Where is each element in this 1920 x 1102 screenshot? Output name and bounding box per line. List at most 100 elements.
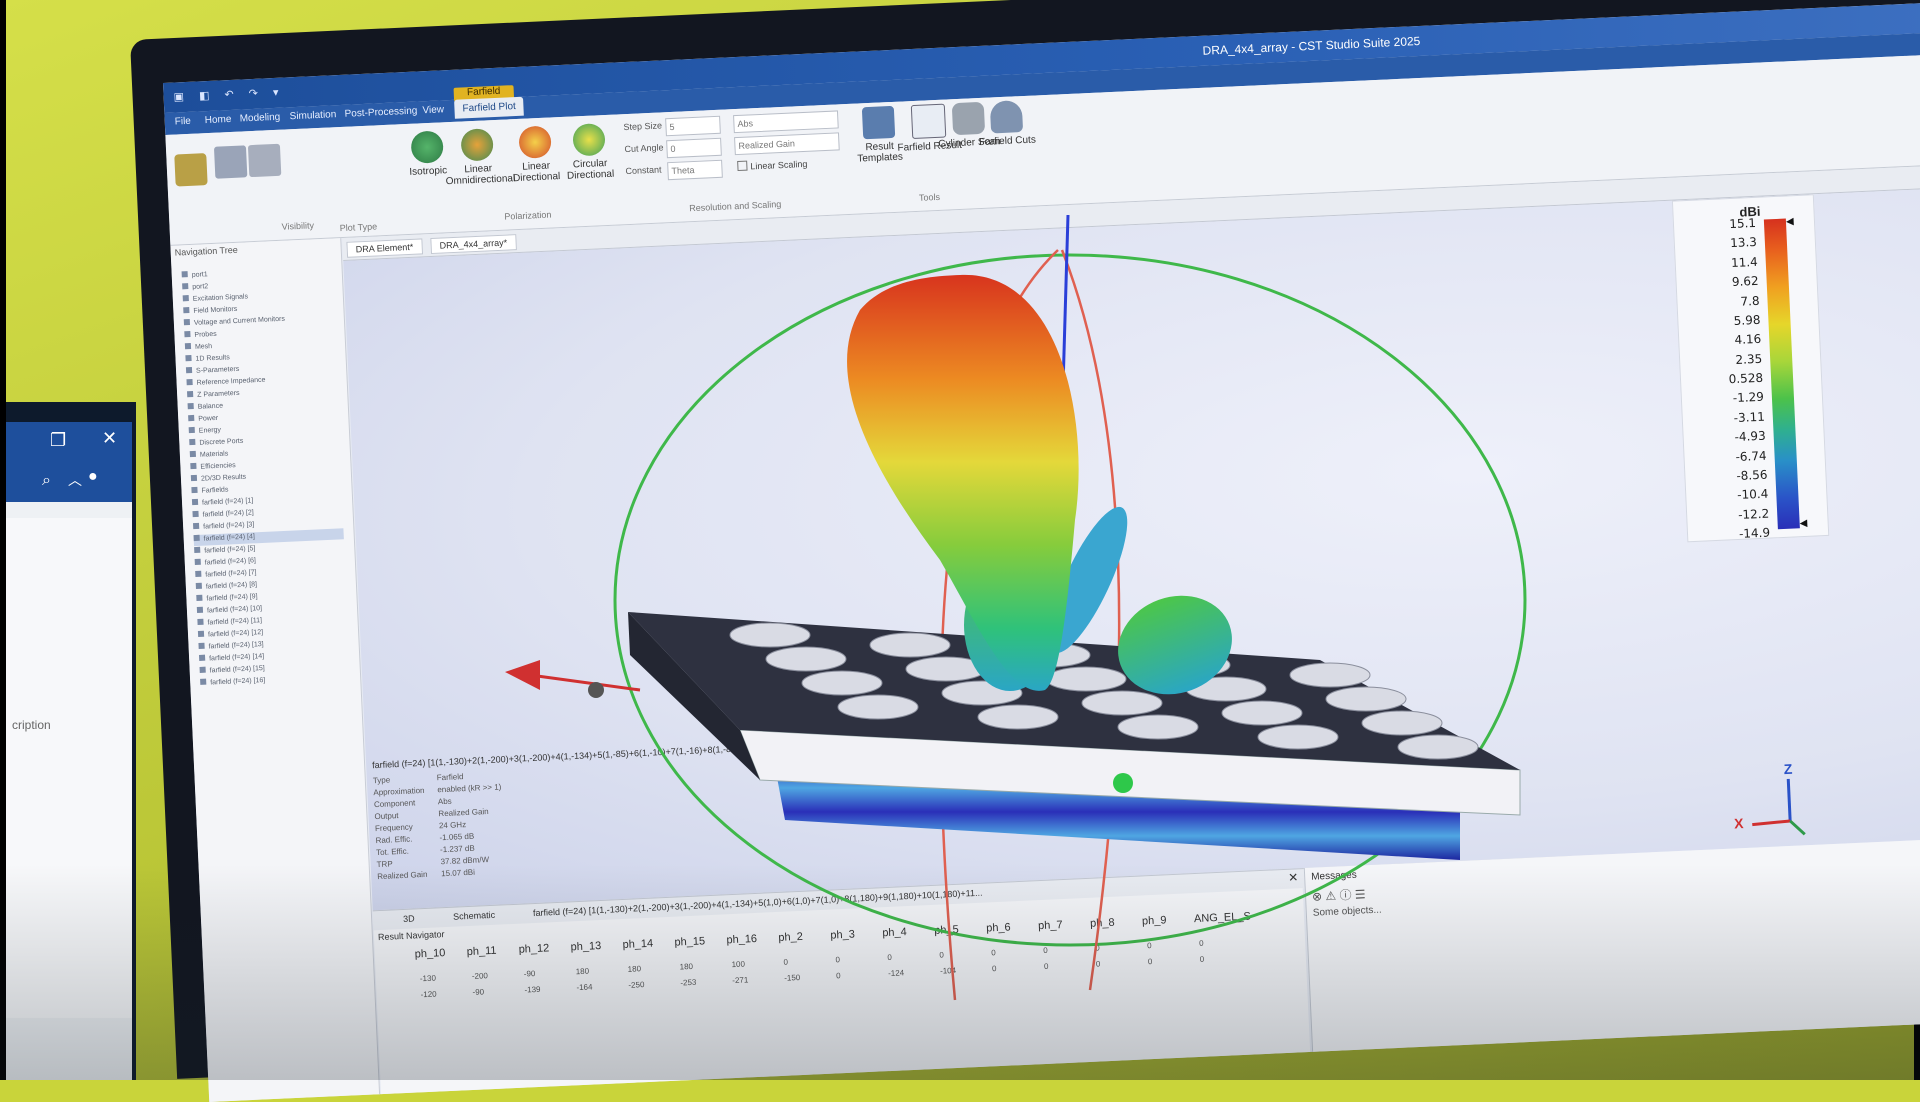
tree-item[interactable]: Efficiencies <box>190 461 236 474</box>
table-cell[interactable]: 0 <box>991 948 996 957</box>
table-cell[interactable]: 0 <box>1096 959 1101 968</box>
table-cell[interactable]: -150 <box>784 973 800 983</box>
tree-item[interactable]: 2D/3D Results <box>190 473 247 486</box>
tree-item[interactable]: Materials <box>189 449 229 462</box>
column-header[interactable]: ph_16 <box>726 933 757 946</box>
close-icon[interactable]: ✕ <box>102 428 117 449</box>
properties-button[interactable] <box>170 153 212 190</box>
linear-scaling-checkbox[interactable]: Linear Scaling <box>737 158 808 172</box>
tab-dra-element[interactable]: DRA Element* <box>346 238 423 258</box>
tree-item[interactable]: port1 <box>181 270 208 282</box>
visibility-button[interactable] <box>246 143 284 181</box>
chevron-up-icon[interactable]: ︿ <box>68 470 82 490</box>
tab-post-processing[interactable]: Post-Processing <box>344 105 417 119</box>
table-cell[interactable]: -271 <box>732 975 748 985</box>
table-cell[interactable]: 0 <box>1199 939 1204 948</box>
table-cell[interactable]: 0 <box>1200 955 1205 964</box>
plot-type-button[interactable] <box>212 145 250 182</box>
table-cell[interactable]: -90 <box>472 987 484 997</box>
constant-select[interactable]: Theta <box>667 159 723 181</box>
tree-item[interactable]: Farfields <box>191 485 229 498</box>
table-cell[interactable]: 0 <box>836 971 841 980</box>
tab-farfield-plot[interactable]: Farfield Plot <box>454 96 525 119</box>
search-icon[interactable]: ⌕ <box>42 472 51 490</box>
table-cell[interactable]: 0 <box>1095 943 1100 952</box>
column-header[interactable]: ph_10 <box>415 947 446 960</box>
tree-item[interactable]: Mesh <box>184 342 213 354</box>
farfield-cuts-button[interactable]: Farfield Cuts <box>973 99 1041 148</box>
table-cell[interactable]: 0 <box>887 953 892 962</box>
column-header[interactable]: ph_2 <box>778 931 803 944</box>
table-cell[interactable]: -90 <box>524 969 536 979</box>
tab-file[interactable]: File <box>175 116 192 128</box>
quantity-select[interactable]: Realized Gain <box>734 132 840 156</box>
table-cell[interactable]: 0 <box>992 964 997 973</box>
column-header[interactable]: ph_4 <box>882 926 907 939</box>
tab-3d[interactable]: 3D <box>403 913 415 924</box>
table-cell[interactable]: 0 <box>939 950 944 959</box>
tree-item[interactable]: Probes <box>184 330 217 342</box>
tree-item[interactable]: Z Parameters <box>187 389 240 402</box>
legend-max-marker[interactable]: ◀ <box>1786 216 1794 227</box>
tree-item[interactable]: Energy <box>188 426 222 438</box>
table-cell[interactable]: -164 <box>576 982 592 992</box>
table-cell[interactable]: -253 <box>680 978 696 988</box>
table-cell[interactable]: 0 <box>1148 957 1153 966</box>
tab-view[interactable]: View <box>422 104 444 116</box>
tree-item[interactable]: Balance <box>187 402 224 415</box>
output-select[interactable]: Abs <box>733 110 839 134</box>
column-header[interactable]: ph_15 <box>674 935 705 948</box>
column-header[interactable]: ph_14 <box>622 938 653 951</box>
table-cell[interactable]: -200 <box>472 971 488 981</box>
tree-item[interactable]: Discrete Ports <box>189 437 243 450</box>
tree-item[interactable]: port2 <box>182 282 208 294</box>
step-size-input[interactable]: 5 <box>665 115 721 137</box>
tree-item[interactable]: Power <box>188 414 218 426</box>
table-cell[interactable]: -104 <box>940 966 956 976</box>
table-cell[interactable]: -130 <box>420 974 436 984</box>
column-header[interactable]: ph_9 <box>1142 914 1167 927</box>
column-header[interactable]: ANG_EL_S <box>1194 911 1251 926</box>
tree-item[interactable]: Reference Impedance <box>186 376 266 391</box>
close-panel-icon[interactable]: ✕ <box>1288 870 1299 884</box>
table-cell[interactable]: -120 <box>420 990 436 1000</box>
message-filter-icons[interactable]: ⊗ ⚠ ⓘ ☰ <box>1312 885 1366 904</box>
cut-angle-input[interactable]: 0 <box>666 137 722 159</box>
tab-modeling[interactable]: Modeling <box>239 112 280 125</box>
table-cell[interactable]: 0 <box>1147 941 1152 950</box>
tab-schematic[interactable]: Schematic <box>453 910 495 922</box>
table-cell[interactable]: 100 <box>731 960 745 970</box>
column-header[interactable]: ph_3 <box>830 928 855 941</box>
table-cell[interactable]: 0 <box>835 955 840 964</box>
table-cell[interactable]: -250 <box>628 980 644 990</box>
table-cell[interactable]: 0 <box>783 958 788 967</box>
help-icon[interactable]: ● <box>88 468 98 486</box>
table-cell[interactable]: 180 <box>679 962 693 972</box>
tree-node-icon <box>184 343 192 350</box>
column-header[interactable]: ph_12 <box>518 942 549 955</box>
table-cell[interactable]: 0 <box>1044 962 1049 971</box>
column-header[interactable]: ph_5 <box>934 924 959 937</box>
axis-triad[interactable]: Z X <box>1727 758 1851 853</box>
quick-access-toolbar[interactable]: ▣ ◧ ↶ ↷ ▾ <box>173 86 284 104</box>
tab-simulation[interactable]: Simulation <box>289 109 336 122</box>
column-header[interactable]: ph_8 <box>1090 917 1115 930</box>
tab-dra-4x4-array[interactable]: DRA_4x4_array* <box>430 234 517 255</box>
tree-item[interactable]: farfield (f=24) [16] <box>200 676 265 690</box>
table-cell[interactable]: -124 <box>888 968 904 978</box>
column-header[interactable]: ph_13 <box>570 940 601 953</box>
tree-item[interactable]: Excitation Signals <box>182 292 249 306</box>
legend-min-marker[interactable]: ◀ <box>1799 518 1807 529</box>
circular-directional-button[interactable]: Circular Directional <box>555 122 624 182</box>
column-header[interactable]: ph_6 <box>986 921 1011 934</box>
table-cell[interactable]: 0 <box>1043 946 1048 955</box>
table-cell[interactable]: 180 <box>576 967 590 977</box>
tree-item[interactable]: 1D Results <box>185 353 230 366</box>
table-cell[interactable]: -139 <box>524 985 540 995</box>
table-cell[interactable]: 180 <box>627 964 641 974</box>
column-header[interactable]: ph_7 <box>1038 919 1063 932</box>
column-header[interactable]: ph_11 <box>466 945 496 958</box>
restore-icon[interactable]: ❐ <box>50 430 66 451</box>
3d-viewport[interactable]: dBi 15.1 13.3 11.4 9.62 7.8 5.98 4.16 2.35 0.528… <box>343 188 1920 911</box>
tab-home[interactable]: Home <box>205 114 232 126</box>
